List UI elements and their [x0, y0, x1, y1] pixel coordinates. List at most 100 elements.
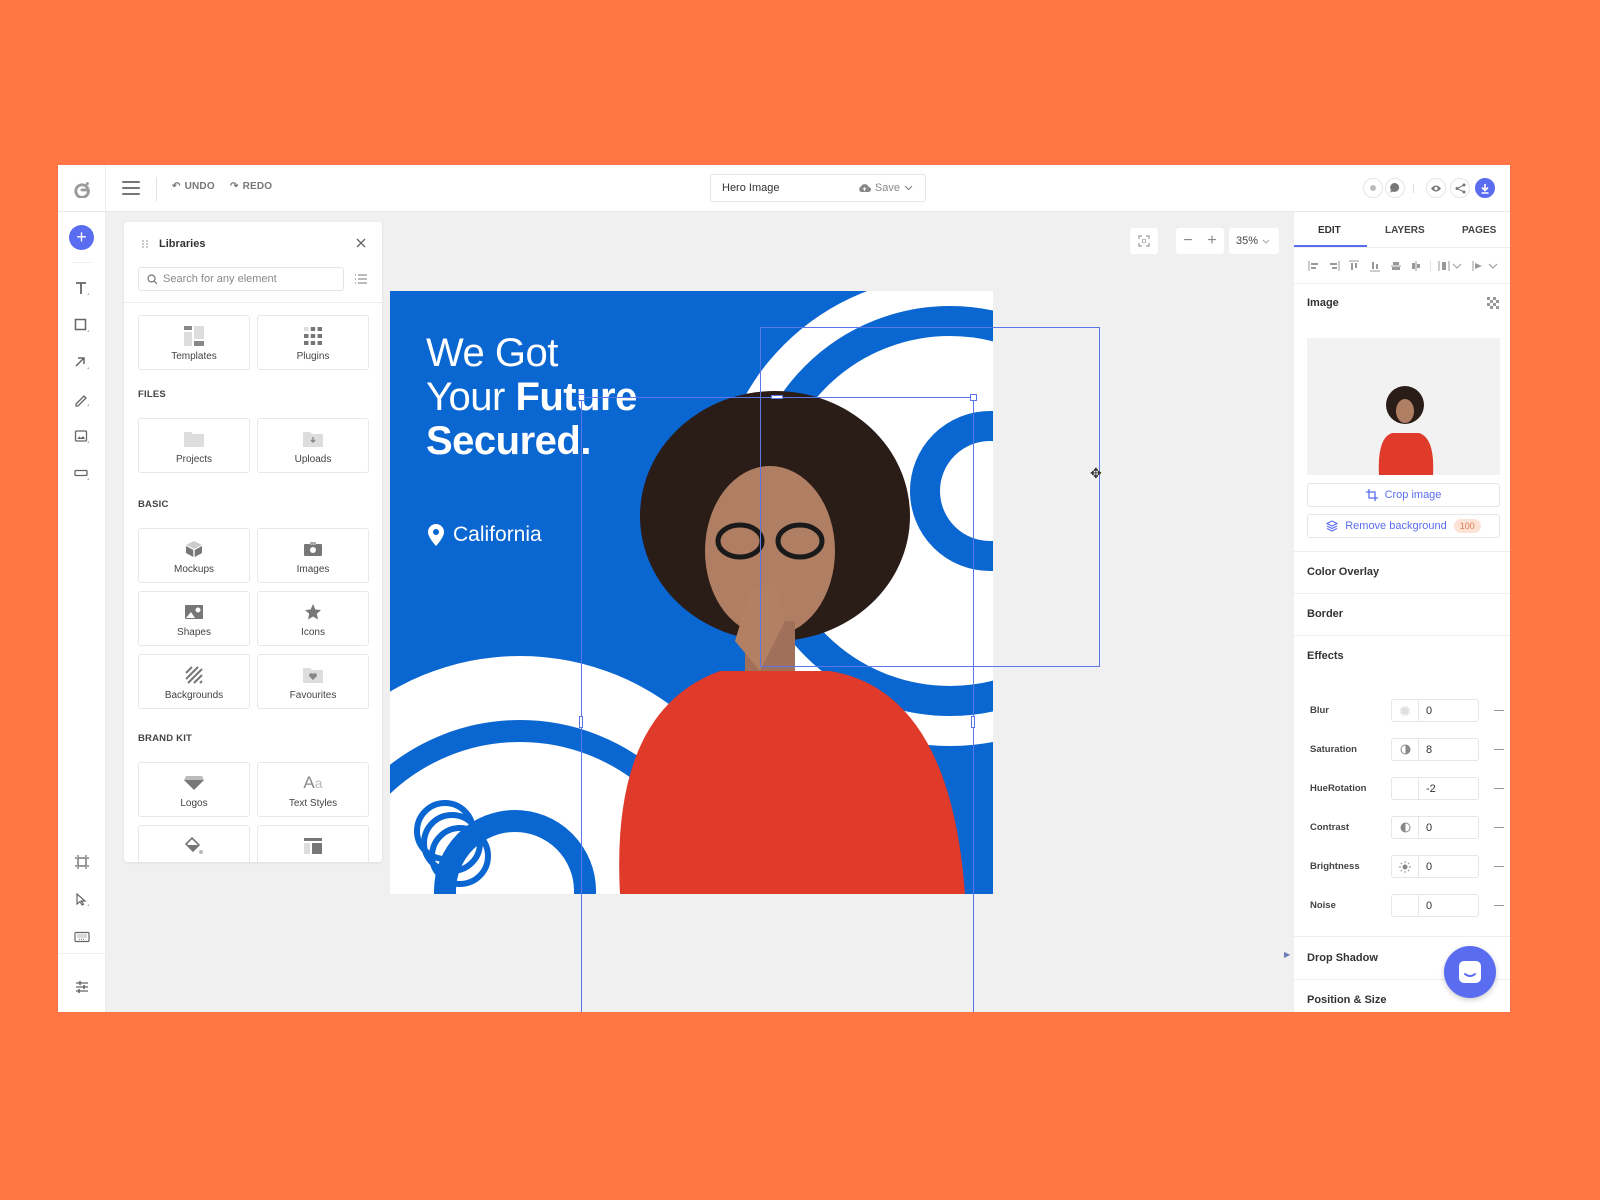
- crop-image-button[interactable]: Crop image: [1307, 483, 1500, 507]
- hue-rotation-input[interactable]: [1426, 781, 1476, 797]
- download-icon[interactable]: [1475, 178, 1495, 198]
- library-item-logos[interactable]: Logos: [138, 762, 250, 817]
- library-item-text-styles[interactable]: Aa Text Styles: [257, 762, 369, 817]
- library-item-shapes[interactable]: Shapes: [138, 591, 250, 646]
- noise-input[interactable]: [1426, 898, 1476, 914]
- preview-eye-icon[interactable]: [1426, 178, 1446, 198]
- library-item-mockups[interactable]: Mockups: [138, 528, 250, 583]
- transparency-grid-icon[interactable]: [1487, 297, 1499, 309]
- contrast-input[interactable]: [1426, 820, 1476, 836]
- record-icon[interactable]: [1363, 178, 1383, 198]
- zoom-in-icon[interactable]: +: [1207, 232, 1216, 250]
- section-color-overlay[interactable]: Color Overlay: [1307, 566, 1379, 578]
- library-item-favourites[interactable]: Favourites: [257, 654, 369, 709]
- library-item-label: Text Styles: [288, 798, 338, 809]
- remove-effect-icon[interactable]: [1494, 788, 1504, 789]
- tab-pages[interactable]: PAGES: [1462, 225, 1496, 236]
- headline-text[interactable]: We Got Your Future Secured.: [426, 331, 637, 463]
- resize-handle[interactable]: [579, 716, 583, 728]
- redo-button[interactable]: ↷ REDO: [230, 181, 272, 192]
- resize-handle[interactable]: [771, 395, 783, 399]
- library-item-templates[interactable]: Templates: [138, 315, 250, 370]
- section-border[interactable]: Border: [1307, 608, 1343, 620]
- document-title-box[interactable]: Hero Image Save: [710, 174, 926, 202]
- save-button[interactable]: Save: [858, 182, 913, 194]
- section-effects[interactable]: Effects: [1307, 650, 1344, 662]
- library-item-backgrounds[interactable]: Backgrounds: [138, 654, 250, 709]
- settings-sliders-icon[interactable]: [70, 975, 94, 999]
- button-tool-icon[interactable]: [70, 462, 94, 486]
- brightness-input[interactable]: [1426, 859, 1476, 875]
- artboard-icon[interactable]: [70, 850, 94, 874]
- collapse-arrow-icon[interactable]: ▶: [1284, 950, 1290, 959]
- resize-handle[interactable]: [970, 394, 977, 401]
- tab-layers[interactable]: LAYERS: [1385, 225, 1425, 236]
- library-item-label: Projects: [175, 454, 213, 465]
- library-item-plugins[interactable]: Plugins: [257, 315, 369, 370]
- pen-tool-icon[interactable]: [70, 388, 94, 412]
- align-middle-icon[interactable]: [1390, 260, 1402, 272]
- zoom-level-dropdown[interactable]: 35%: [1229, 228, 1279, 254]
- saturation-input[interactable]: [1426, 742, 1476, 758]
- image-preview[interactable]: [1307, 338, 1500, 475]
- location-text: California: [453, 523, 542, 546]
- active-tab-indicator: [1294, 245, 1367, 247]
- keyboard-icon[interactable]: [70, 925, 94, 949]
- pointer-icon[interactable]: [70, 888, 94, 912]
- remove-background-button[interactable]: Remove background 100: [1307, 514, 1500, 538]
- fit-to-screen-icon[interactable]: [1130, 228, 1158, 254]
- align-bottom-icon[interactable]: [1369, 260, 1381, 272]
- align-top-icon[interactable]: [1348, 260, 1360, 272]
- library-item-label: Templates: [171, 351, 217, 362]
- divider: [1294, 593, 1510, 594]
- library-item-colors[interactable]: [138, 825, 250, 862]
- share-icon[interactable]: [1450, 178, 1470, 198]
- resize-handle[interactable]: [578, 394, 585, 401]
- section-drop-shadow[interactable]: Drop Shadow: [1307, 952, 1378, 964]
- g-logo-icon[interactable]: [58, 165, 106, 212]
- chevron-down-icon[interactable]: [1487, 260, 1499, 272]
- document-title[interactable]: Hero Image: [722, 182, 779, 194]
- chat-support-button[interactable]: [1444, 946, 1496, 998]
- distribute-icon[interactable]: [1438, 260, 1450, 272]
- arrow-tool-icon[interactable]: [70, 351, 94, 375]
- star-icon: [258, 601, 368, 623]
- hamburger-menu-icon[interactable]: [122, 179, 140, 197]
- text-tool-icon[interactable]: [70, 277, 94, 301]
- remove-effect-icon[interactable]: [1494, 749, 1504, 750]
- align-center-icon[interactable]: [1410, 260, 1422, 272]
- library-item-layouts[interactable]: [257, 825, 369, 862]
- rectangle-tool-icon[interactable]: [70, 314, 94, 338]
- resize-handle[interactable]: [971, 716, 975, 728]
- search-input[interactable]: [163, 268, 341, 290]
- remove-effect-icon[interactable]: [1494, 905, 1504, 906]
- artboard[interactable]: We Got Your Future Secured. California: [390, 291, 993, 894]
- remove-effect-icon[interactable]: [1494, 827, 1504, 828]
- drag-grip-icon[interactable]: [141, 239, 149, 249]
- library-item-images[interactable]: Images: [257, 528, 369, 583]
- align-left-icon[interactable]: [1308, 260, 1320, 272]
- zoom-out-icon[interactable]: −: [1183, 232, 1192, 250]
- undo-button[interactable]: ↶ UNDO: [172, 181, 215, 192]
- add-icon[interactable]: +: [69, 225, 94, 250]
- list-view-icon[interactable]: [354, 272, 368, 286]
- remove-effect-icon[interactable]: [1494, 866, 1504, 867]
- comment-icon[interactable]: [1385, 178, 1405, 198]
- alignment-toolbar: [1294, 248, 1510, 284]
- flip-icon[interactable]: [1472, 260, 1484, 272]
- saturation-icon: [1392, 739, 1419, 760]
- close-icon[interactable]: [354, 236, 368, 250]
- divider: [156, 177, 157, 201]
- chevron-down-icon[interactable]: [1451, 260, 1463, 272]
- image-tool-icon[interactable]: [70, 425, 94, 449]
- blur-input[interactable]: [1426, 703, 1476, 719]
- tab-edit[interactable]: EDIT: [1318, 225, 1341, 236]
- remove-effect-icon[interactable]: [1494, 710, 1504, 711]
- section-position-size[interactable]: Position & Size: [1307, 994, 1386, 1006]
- library-item-projects[interactable]: Projects: [138, 418, 250, 473]
- image-section-title: Image: [1307, 297, 1339, 309]
- align-right-icon[interactable]: [1328, 260, 1340, 272]
- location-label[interactable]: California: [427, 523, 542, 547]
- library-item-uploads[interactable]: Uploads: [257, 418, 369, 473]
- library-item-icons[interactable]: Icons: [257, 591, 369, 646]
